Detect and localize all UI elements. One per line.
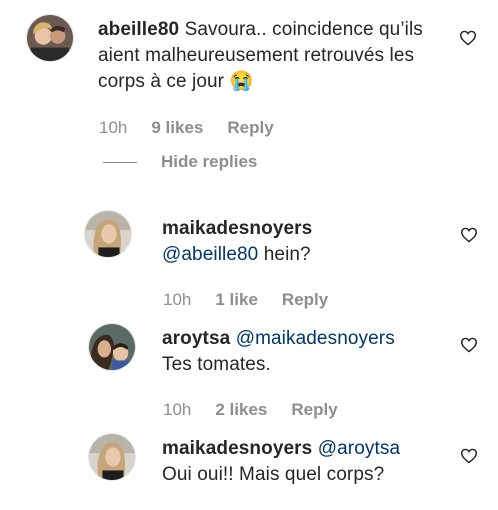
- timestamp[interactable]: 10h: [99, 118, 127, 138]
- avatar[interactable]: [26, 14, 74, 62]
- avatar[interactable]: [88, 323, 136, 371]
- mention-link[interactable]: @maikadesnoyers: [236, 328, 395, 349]
- comment-body: abeille80 Savoura.. coincidence qu’ils a…: [98, 17, 438, 95]
- reply-button[interactable]: Reply: [291, 400, 337, 420]
- likes-count[interactable]: 9 likes: [151, 118, 203, 138]
- avatar[interactable]: [88, 433, 136, 481]
- heart-outline-icon[interactable]: [460, 227, 478, 243]
- avatar[interactable]: [84, 210, 132, 258]
- heart-outline-icon[interactable]: [459, 30, 477, 46]
- comment-body: maikadesnoyers @abeille80 hein?: [162, 216, 442, 268]
- username[interactable]: aroytsa: [162, 328, 230, 349]
- comment-text: Tes tomates.: [162, 354, 271, 375]
- reply-button[interactable]: Reply: [227, 118, 273, 138]
- hide-replies-label: Hide replies: [161, 152, 258, 171]
- timestamp[interactable]: 10h: [163, 400, 191, 420]
- comment-meta: 10h 9 likes Reply: [99, 118, 298, 138]
- likes-count[interactable]: 1 like: [215, 290, 258, 310]
- mention-link[interactable]: @abeille80: [162, 244, 258, 265]
- reply-button[interactable]: Reply: [282, 290, 328, 310]
- comment-body: aroytsa @maikadesnoyers Tes tomates.: [162, 326, 452, 378]
- comment-meta: 10h 2 likes Reply: [163, 400, 362, 420]
- comment-body: maikadesnoyers @aroytsa Oui oui!! Mais q…: [162, 436, 452, 488]
- username[interactable]: abeille80: [98, 19, 179, 40]
- username[interactable]: maikadesnoyers: [162, 216, 442, 242]
- comment-meta: 10h 1 like Reply: [163, 290, 352, 310]
- heart-outline-icon[interactable]: [460, 337, 478, 353]
- heart-outline-icon[interactable]: [460, 448, 478, 464]
- mention-link[interactable]: @aroytsa: [318, 438, 400, 459]
- likes-count[interactable]: 2 likes: [215, 400, 267, 420]
- hide-replies-button[interactable]: Hide replies: [103, 152, 257, 172]
- comment-text: Oui oui!! Mais quel corps?: [162, 464, 385, 485]
- comment-text: hein?: [258, 244, 311, 265]
- divider-line: [103, 161, 137, 163]
- timestamp[interactable]: 10h: [163, 290, 191, 310]
- username[interactable]: maikadesnoyers: [162, 438, 312, 459]
